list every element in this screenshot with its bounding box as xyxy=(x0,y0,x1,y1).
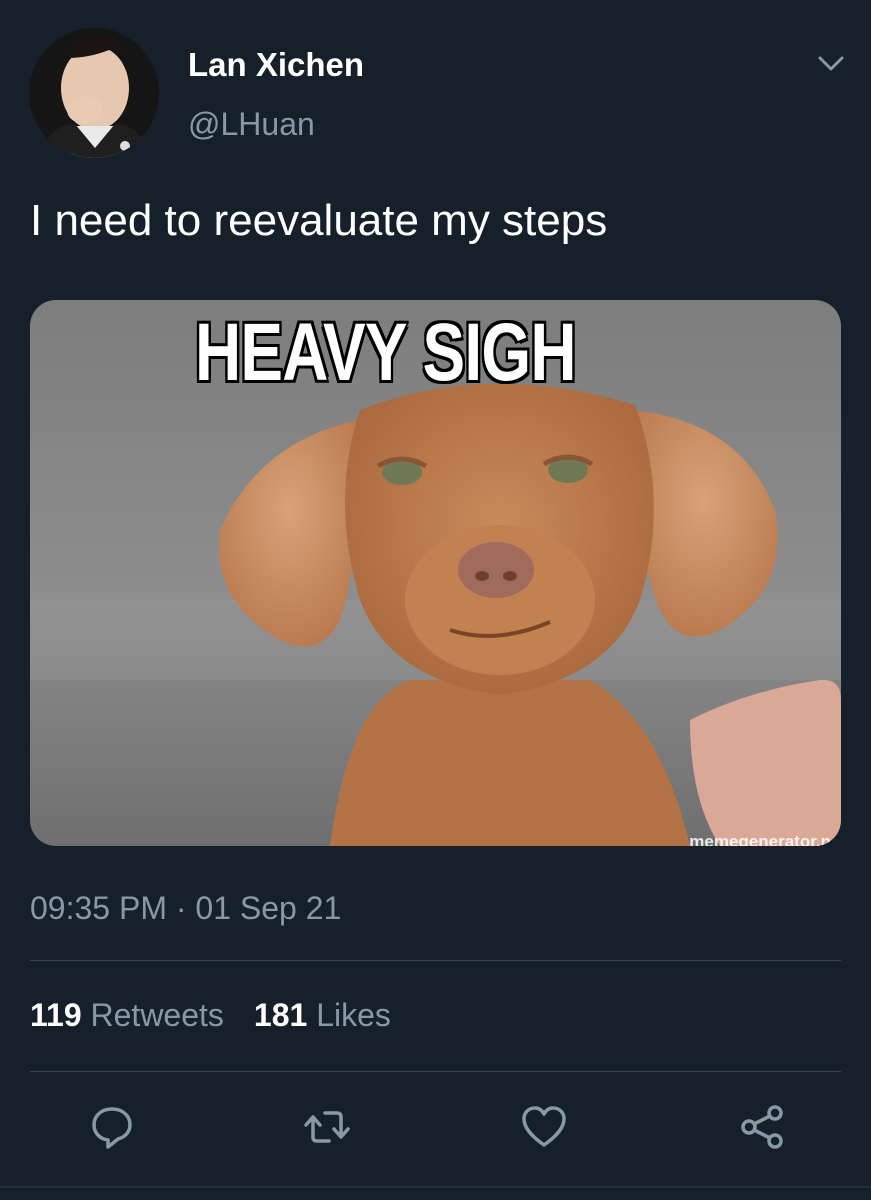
chevron-down-icon[interactable] xyxy=(812,48,850,78)
retweets-count: 119 xyxy=(30,997,82,1033)
retweet-icon[interactable] xyxy=(303,1103,351,1151)
reply-icon[interactable] xyxy=(88,1103,136,1151)
likes-label: Likes xyxy=(316,997,391,1033)
meme-watermark: memegenerator.n xyxy=(689,832,831,846)
tweet-timestamp[interactable]: 09:35 PM · 01 Sep 21 xyxy=(30,890,341,927)
share-icon[interactable] xyxy=(738,1103,786,1151)
retweets-label: Retweets xyxy=(90,997,224,1033)
tweet-text: I need to reevaluate my steps xyxy=(30,196,608,245)
divider xyxy=(0,1186,871,1188)
divider xyxy=(30,960,841,961)
likes-count: 181 xyxy=(253,997,308,1033)
author-handle[interactable]: @LHuan xyxy=(188,106,315,143)
tweet-card: Lan Xichen @LHuan I need to reevaluate m… xyxy=(0,0,871,1200)
meme-caption: HEAVY SIGH xyxy=(193,305,578,400)
heart-icon[interactable] xyxy=(520,1103,568,1151)
divider xyxy=(30,1071,841,1072)
avatar[interactable] xyxy=(29,28,159,158)
tweet-stats: 119 Retweets 181 Likes xyxy=(30,997,391,1034)
author-name[interactable]: Lan Xichen xyxy=(188,46,364,84)
retweets-stat[interactable]: 119 Retweets xyxy=(30,997,224,1033)
likes-stat[interactable]: 181 Likes xyxy=(254,997,391,1033)
avatar-photo xyxy=(29,28,159,158)
tweet-media-image[interactable]: HEAVY SIGH memegenerator.n xyxy=(30,300,841,846)
